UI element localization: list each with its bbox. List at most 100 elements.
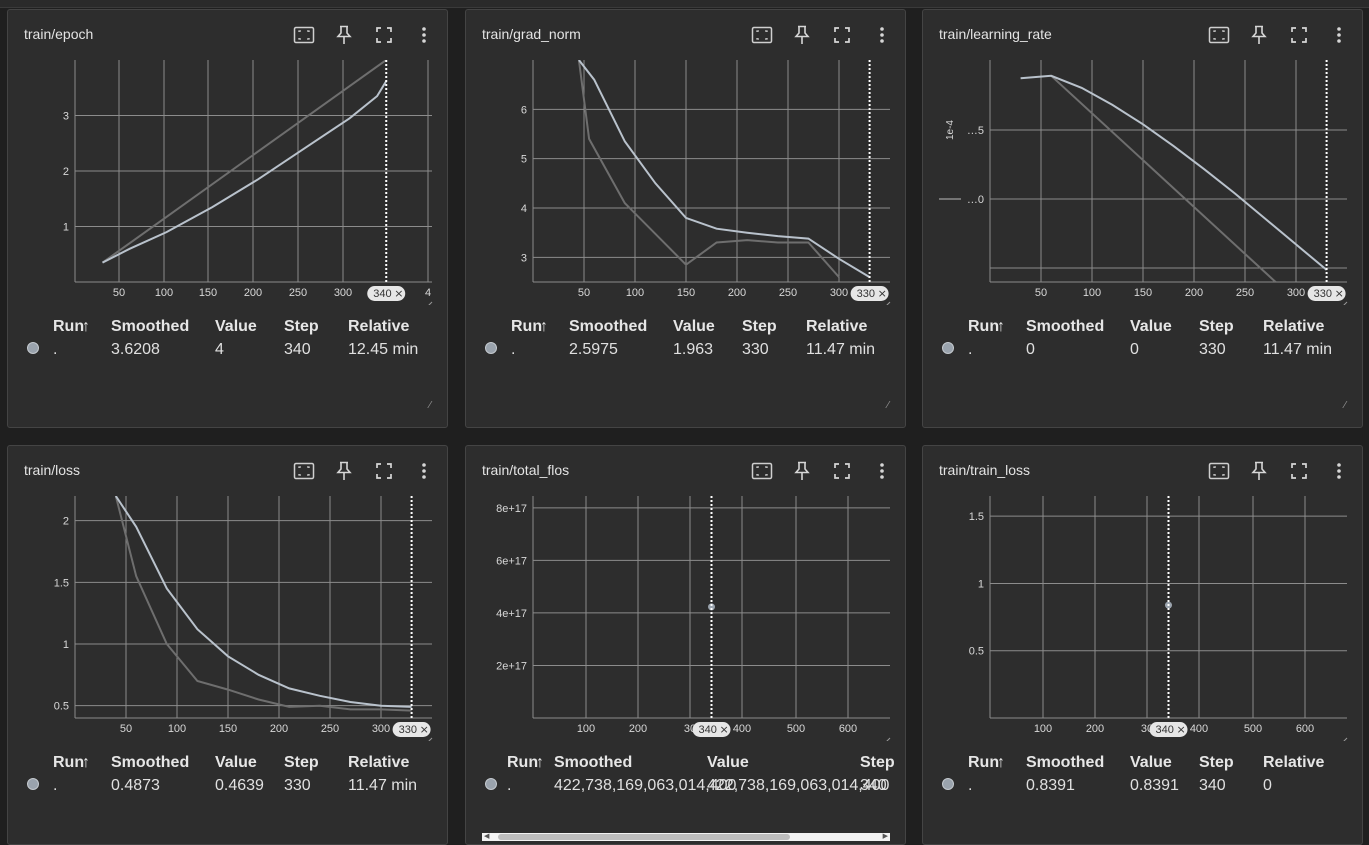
- line-chart[interactable]: 50 100 150 200 250 300 2 1.5 1 0.5 330 ×: [8, 486, 449, 741]
- more-vert-icon[interactable]: [871, 24, 893, 46]
- more-vert-icon[interactable]: [413, 460, 435, 482]
- card-resize-icon[interactable]: ⁄: [887, 400, 889, 411]
- fullscreen-icon[interactable]: [831, 460, 853, 482]
- resize-handle-icon[interactable]: [1341, 301, 1348, 305]
- column-header-relative[interactable]: Relative: [1263, 754, 1324, 772]
- column-header-value[interactable]: Value: [1130, 754, 1172, 772]
- step-badge[interactable]: 340 ×: [692, 722, 731, 737]
- column-header-run[interactable]: Run: [507, 754, 538, 772]
- fit-domain-icon[interactable]: [293, 24, 315, 46]
- line-chart[interactable]: 100 200 30 400 500 6008e+176e+174e+172e+17340…: [466, 486, 907, 741]
- y-tick-label: 1: [978, 578, 984, 590]
- close-icon[interactable]: ×: [720, 723, 729, 736]
- column-header-run[interactable]: Run: [53, 318, 84, 336]
- pin-icon[interactable]: [1248, 24, 1270, 46]
- column-header-step[interactable]: Step: [860, 754, 895, 772]
- cell-smoothed: 3.6208: [111, 341, 160, 358]
- fit-domain-icon[interactable]: [751, 24, 773, 46]
- run-color-swatch[interactable]: [942, 342, 954, 354]
- close-icon[interactable]: ×: [1335, 287, 1344, 300]
- column-header-value[interactable]: Value: [1130, 318, 1172, 336]
- column-header-smoothed[interactable]: Smoothed: [111, 318, 189, 336]
- fullscreen-icon[interactable]: [831, 24, 853, 46]
- sort-ascending-icon[interactable]: ↑: [82, 754, 90, 772]
- sort-ascending-icon[interactable]: ↑: [536, 754, 544, 772]
- column-header-relative[interactable]: Relative: [348, 754, 409, 772]
- more-vert-icon[interactable]: [413, 24, 435, 46]
- column-header-relative[interactable]: Relative: [806, 318, 867, 336]
- fullscreen-icon[interactable]: [1288, 24, 1310, 46]
- line-chart[interactable]: 100 200 30 400 500 6001.510.5340 ×: [923, 486, 1364, 741]
- column-header-relative[interactable]: Relative: [348, 318, 409, 336]
- pin-icon[interactable]: [333, 24, 355, 46]
- column-header-smoothed[interactable]: Smoothed: [111, 754, 189, 772]
- column-header-smoothed[interactable]: Smoothed: [1026, 754, 1104, 772]
- pin-icon[interactable]: [333, 460, 355, 482]
- resize-handle-icon[interactable]: [426, 737, 433, 741]
- run-color-swatch[interactable]: [942, 778, 954, 790]
- pin-icon[interactable]: [1248, 460, 1270, 482]
- column-header-smoothed[interactable]: Smoothed: [554, 754, 632, 772]
- resize-handle-icon[interactable]: [1341, 737, 1348, 741]
- step-badge[interactable]: 330 ×: [392, 722, 431, 737]
- run-color-swatch[interactable]: [27, 342, 39, 354]
- column-header-run[interactable]: Run: [968, 754, 999, 772]
- more-vert-icon[interactable]: [1328, 24, 1350, 46]
- raw-series-line: [101, 60, 387, 264]
- run-color-swatch[interactable]: [485, 342, 497, 354]
- fit-domain-icon[interactable]: [1208, 24, 1230, 46]
- fullscreen-icon[interactable]: [373, 460, 395, 482]
- step-badge[interactable]: 340 ×: [1149, 722, 1188, 737]
- column-header-smoothed[interactable]: Smoothed: [1026, 318, 1104, 336]
- column-header-relative[interactable]: Relative: [1263, 318, 1324, 336]
- resize-handle-icon[interactable]: [884, 301, 891, 305]
- scroll-right-icon[interactable]: ▶: [883, 833, 888, 841]
- card-resize-icon[interactable]: ⁄: [429, 400, 431, 411]
- column-header-value[interactable]: Value: [215, 318, 257, 336]
- fit-domain-icon[interactable]: [293, 460, 315, 482]
- step-badge[interactable]: 340 ×: [367, 286, 406, 301]
- fullscreen-icon[interactable]: [373, 24, 395, 46]
- resize-handle-icon[interactable]: [426, 301, 433, 305]
- sort-ascending-icon[interactable]: ↑: [540, 318, 548, 336]
- step-badge[interactable]: 330 ×: [850, 286, 889, 301]
- resize-handle-icon[interactable]: [884, 737, 891, 741]
- step-badge[interactable]: 330 ×: [1307, 286, 1346, 301]
- column-header-smoothed[interactable]: Smoothed: [569, 318, 647, 336]
- line-chart[interactable]: 50 100 150 200 250 300 4 3 2 1 340 ×: [8, 50, 449, 305]
- sort-ascending-icon[interactable]: ↑: [82, 318, 90, 336]
- pin-icon[interactable]: [791, 24, 813, 46]
- x-tick-label: 500: [1244, 723, 1262, 735]
- fit-domain-icon[interactable]: [1208, 460, 1230, 482]
- column-header-value[interactable]: Value: [707, 754, 749, 772]
- scrollbar-thumb[interactable]: [498, 834, 790, 840]
- column-header-run[interactable]: Run: [511, 318, 542, 336]
- more-vert-icon[interactable]: [1328, 460, 1350, 482]
- more-vert-icon[interactable]: [871, 460, 893, 482]
- scroll-left-icon[interactable]: ◀: [484, 833, 489, 841]
- run-color-swatch[interactable]: [27, 778, 39, 790]
- fullscreen-icon[interactable]: [1288, 460, 1310, 482]
- close-icon[interactable]: ×: [878, 287, 887, 300]
- sort-ascending-icon[interactable]: ↑: [997, 318, 1005, 336]
- column-header-value[interactable]: Value: [673, 318, 715, 336]
- column-header-step[interactable]: Step: [742, 318, 777, 336]
- column-header-step[interactable]: Step: [1199, 318, 1234, 336]
- line-chart[interactable]: 50 100 150 200 250 300 6 5 4 3 330 ×: [466, 50, 907, 305]
- sort-ascending-icon[interactable]: ↑: [997, 754, 1005, 772]
- line-chart[interactable]: 50 100 150 200 250 300 …5 …0 1e-4 330 ×: [923, 50, 1364, 305]
- card-resize-icon[interactable]: ⁄: [1344, 400, 1346, 411]
- column-header-step[interactable]: Step: [284, 754, 319, 772]
- pin-icon[interactable]: [791, 460, 813, 482]
- column-header-run[interactable]: Run: [968, 318, 999, 336]
- horizontal-scrollbar[interactable]: ◀ ▶: [482, 833, 890, 841]
- column-header-step[interactable]: Step: [284, 318, 319, 336]
- close-icon[interactable]: ×: [1177, 723, 1186, 736]
- close-icon[interactable]: ×: [394, 287, 403, 300]
- fit-domain-icon[interactable]: [751, 460, 773, 482]
- close-icon[interactable]: ×: [420, 723, 429, 736]
- column-header-value[interactable]: Value: [215, 754, 257, 772]
- column-header-run[interactable]: Run: [53, 754, 84, 772]
- run-color-swatch[interactable]: [485, 778, 497, 790]
- column-header-step[interactable]: Step: [1199, 754, 1234, 772]
